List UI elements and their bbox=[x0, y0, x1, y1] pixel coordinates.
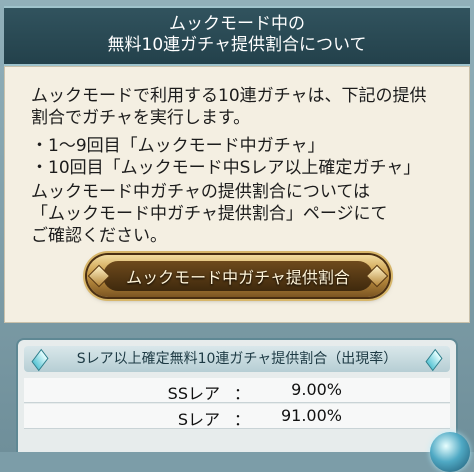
rates-title-bar: Sレア以上確定無料10連ガチャ提供割合（出現率） bbox=[24, 346, 450, 372]
rate-colon: ： bbox=[234, 410, 251, 429]
intro-text: ムックモードで利用する10連ガチャは、下記の提供 割合でガチャを実行します。 bbox=[31, 85, 426, 129]
note-line-1: ムックモード中ガチャの提供割合については bbox=[31, 182, 370, 202]
rarity-name: SSレア bbox=[167, 384, 220, 403]
gacha-rates-button[interactable]: ムックモード中ガチャ提供割合 bbox=[87, 255, 389, 297]
note-text: ムックモード中ガチャの提供割合については 「ムックモード中ガチャ提供割合」ページ… bbox=[31, 181, 388, 247]
bullet-item-1: ・1〜9回目「ムックモード中ガチャ」 bbox=[31, 136, 325, 156]
diamond-gem-icon bbox=[31, 348, 49, 372]
rates-table: Sレア以上確定無料10連ガチャ提供割合（出現率） SSレア ： 9.00% Sレ… bbox=[16, 338, 458, 452]
rate-row-sr: Sレア ： 91.00% bbox=[24, 404, 450, 429]
rate-value: 91.00% bbox=[280, 406, 342, 425]
intro-line-2: 割合でガチャを実行します。 bbox=[31, 108, 251, 128]
gacha-rates-button-label: ムックモード中ガチャ提供割合 bbox=[103, 261, 373, 291]
bullet-list: ・1〜9回目「ムックモード中ガチャ」 ・10回目「ムックモード中Sレア以上確定ガ… bbox=[31, 135, 420, 179]
rate-row-ssr: SSレア ： 9.00% bbox=[24, 378, 450, 403]
header-title-line2: 無料10連ガチャ提供割合について bbox=[107, 35, 367, 55]
diamond-gem-icon bbox=[425, 348, 443, 372]
intro-line-1: ムックモードで利用する10連ガチャは、下記の提供 bbox=[31, 86, 427, 106]
rate-colon: ： bbox=[234, 384, 251, 403]
info-panel: ムックモードで利用する10連ガチャは、下記の提供 割合でガチャを実行します。 ・… bbox=[4, 66, 470, 323]
dialog-frame: ムックモード中の 無料10連ガチャ提供割合について ムックモードで利用する10連… bbox=[0, 0, 474, 472]
crystal-orb-icon[interactable] bbox=[430, 432, 470, 472]
rates-title: Sレア以上確定無料10連ガチャ提供割合（出現率） bbox=[76, 351, 398, 367]
note-line-3: ご確認ください。 bbox=[31, 226, 167, 246]
header-title-line1: ムックモード中の bbox=[169, 14, 305, 34]
rate-value: 9.00% bbox=[291, 380, 342, 399]
bullet-item-2: ・10回目「ムックモード中Sレア以上確定ガチャ」 bbox=[31, 158, 421, 178]
note-line-2: 「ムックモード中ガチャ提供割合」ページにて bbox=[31, 204, 388, 224]
dialog-header: ムックモード中の 無料10連ガチャ提供割合について bbox=[4, 6, 470, 66]
rarity-name: Sレア bbox=[177, 410, 220, 429]
